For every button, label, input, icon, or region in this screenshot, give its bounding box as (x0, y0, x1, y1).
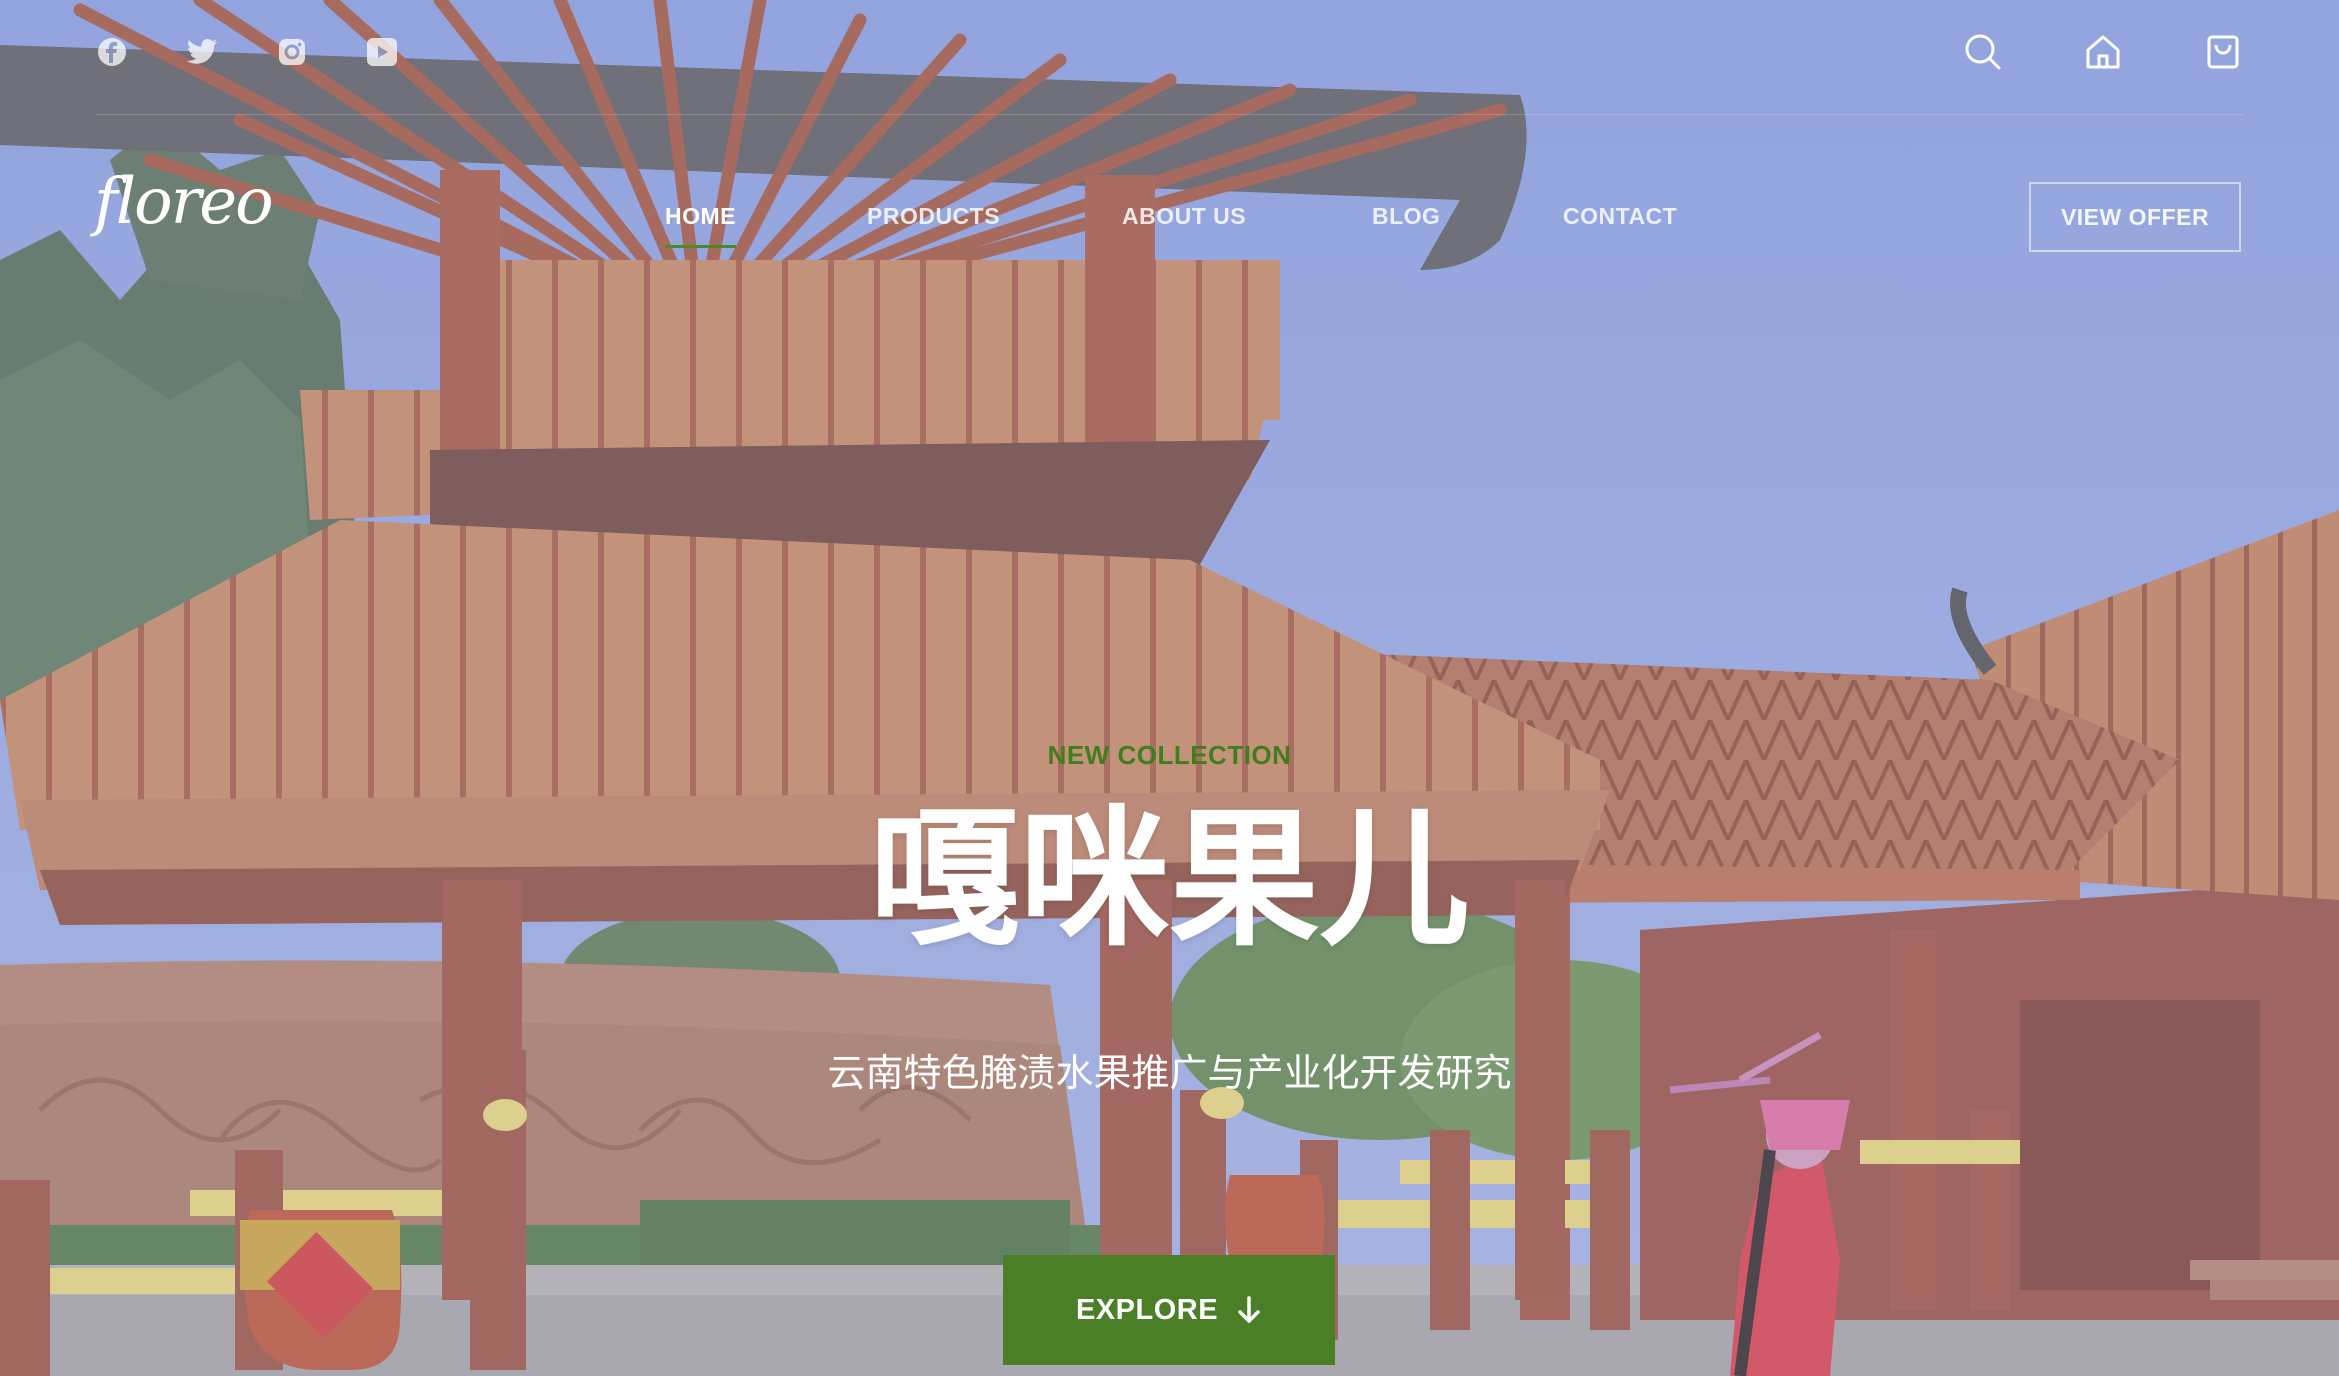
shopping-bag-icon[interactable] (2203, 32, 2243, 72)
facebook-icon[interactable] (96, 36, 128, 68)
hero-eyebrow: NEW COLLECTION (1047, 740, 1292, 770)
instagram-icon[interactable] (276, 36, 308, 68)
search-icon[interactable] (1963, 32, 2003, 72)
nav-item-contact[interactable]: CONTACT (1563, 203, 1677, 230)
nav-item-home[interactable]: HOME (665, 203, 736, 248)
hero-title: 嘎咪果儿 (869, 793, 1470, 967)
youtube-icon[interactable] (366, 36, 398, 68)
explore-button[interactable]: EXPLORE (1003, 1255, 1335, 1365)
hero-subtitle: 云南特色腌渍水果推广与产业化开发研究 (827, 1051, 1512, 1095)
social-links (96, 36, 398, 68)
explore-button-label: EXPLORE (1075, 1293, 1219, 1326)
floreo-logo[interactable]: floreo (94, 165, 274, 239)
nav-item-blog[interactable]: BLOG (1372, 203, 1440, 230)
arrow-down-icon (1238, 1296, 1260, 1323)
home-icon[interactable] (2083, 32, 2123, 72)
nav-item-products[interactable]: PRODUCTS (867, 203, 1000, 230)
top-utility-bar (96, 0, 2243, 115)
nav-item-about-us[interactable]: ABOUT US (1122, 203, 1246, 230)
utility-icons (1963, 32, 2243, 72)
twitter-icon[interactable] (186, 36, 218, 68)
view-offer-button[interactable]: VIEW OFFER (2029, 182, 2241, 252)
